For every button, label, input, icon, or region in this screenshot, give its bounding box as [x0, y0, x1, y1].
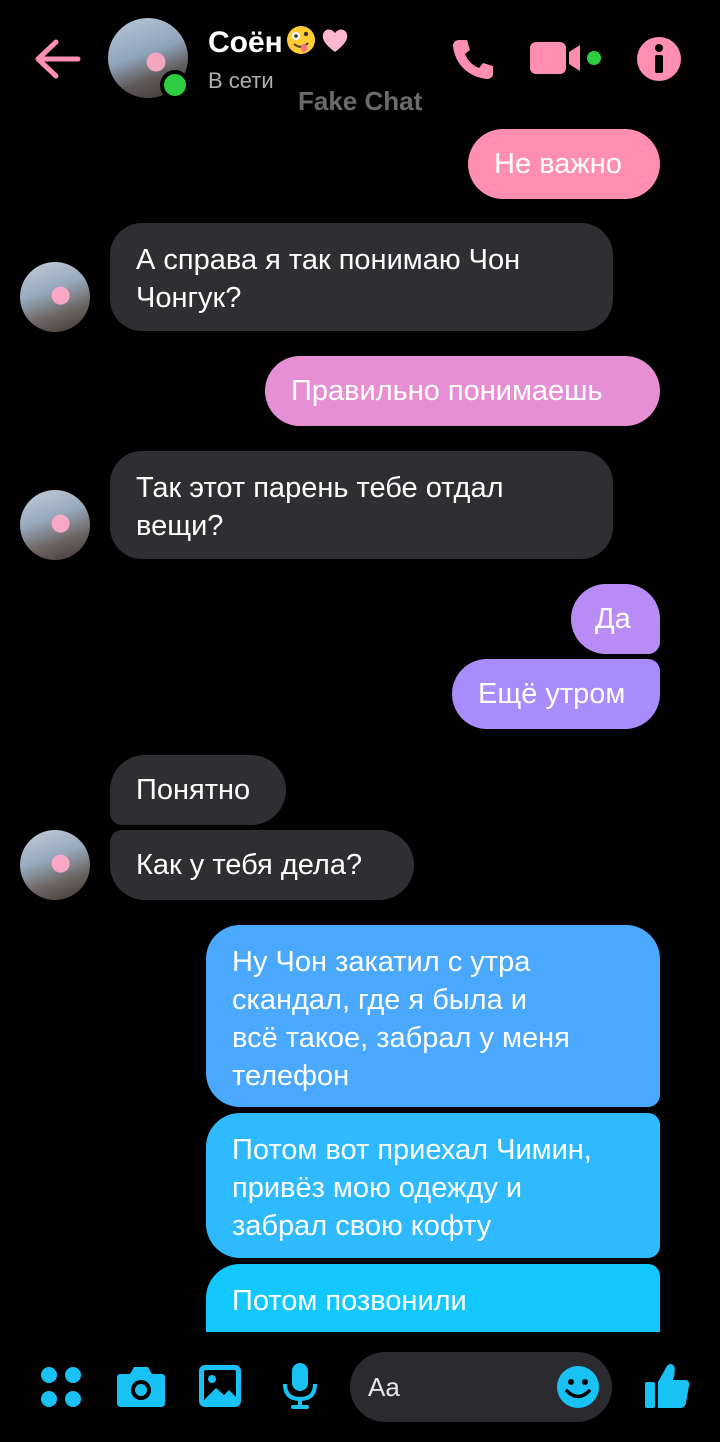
- online-status: В сети: [208, 68, 274, 93]
- contact-avatar-small: [20, 830, 90, 900]
- watermark: Fake Chat: [298, 86, 423, 116]
- message-text: Ну Чон закатил с утра скандал, где я был…: [232, 946, 570, 1092]
- message-text: Так этот парень тебе отдал вещи?: [136, 472, 504, 542]
- thumbs-up-icon[interactable]: [644, 1362, 690, 1410]
- message-bubble-outgoing[interactable]: Потом вот приехал Чимин, привёз мою одеж…: [206, 1113, 660, 1258]
- message-input[interactable]: Aa: [350, 1352, 612, 1422]
- message-text: Потом вот приехал Чимин, привёз мою одеж…: [232, 1134, 592, 1242]
- camera-icon[interactable]: [116, 1364, 166, 1408]
- apps-grid-icon[interactable]: [40, 1366, 82, 1408]
- phone-icon[interactable]: [450, 36, 496, 82]
- microphone-icon[interactable]: [282, 1362, 318, 1410]
- back-arrow-icon[interactable]: [32, 36, 82, 82]
- zany-face-emoji-icon: [286, 26, 315, 54]
- info-icon[interactable]: [636, 36, 682, 82]
- emoji-icon[interactable]: [556, 1365, 600, 1409]
- gallery-icon[interactable]: [198, 1364, 242, 1408]
- contact-avatar-small: [20, 262, 90, 332]
- message-text: Потом позвонили: [232, 1285, 467, 1317]
- message-text: Понятно: [136, 774, 251, 806]
- message-bubble-incoming[interactable]: А справа я так понимаю Чон Чонгук?: [110, 223, 613, 331]
- message-bubble-incoming[interactable]: Как у тебя дела?: [110, 830, 414, 900]
- message-bubble-outgoing[interactable]: Ещё утром: [452, 659, 660, 729]
- video-camera-icon[interactable]: [530, 40, 604, 76]
- message-text: Правильно понимаешь: [291, 375, 603, 407]
- message-input-placeholder: Aa: [368, 1372, 400, 1402]
- heart-emoji-icon: [322, 29, 348, 52]
- message-bubble-outgoing[interactable]: Ну Чон закатил с утра скандал, где я был…: [206, 925, 660, 1107]
- message-bubble-outgoing[interactable]: Да: [571, 584, 660, 654]
- chat-header: Соён В сети Fake Chat: [0, 0, 720, 120]
- message-bubble-incoming[interactable]: Так этот парень тебе отдал вещи?: [110, 451, 613, 559]
- contact-avatar-small: [20, 490, 90, 560]
- message-bubble-outgoing[interactable]: Не важно: [468, 129, 660, 199]
- message-text: А справа я так понимаю Чон Чонгук?: [136, 244, 521, 314]
- message-text: Ещё утром: [478, 678, 626, 710]
- contact-name-text: Соён: [208, 26, 283, 59]
- message-text: Да: [595, 603, 631, 635]
- message-bubble-outgoing[interactable]: Правильно понимаешь: [265, 356, 660, 426]
- message-bubble-incoming[interactable]: Понятно: [110, 755, 286, 825]
- online-indicator: [160, 70, 190, 100]
- contact-name[interactable]: Соён: [208, 24, 351, 60]
- message-bubble-outgoing[interactable]: Потом позвонили: [206, 1264, 660, 1332]
- message-text: Как у тебя дела?: [136, 849, 363, 881]
- message-text: Не важно: [494, 148, 622, 180]
